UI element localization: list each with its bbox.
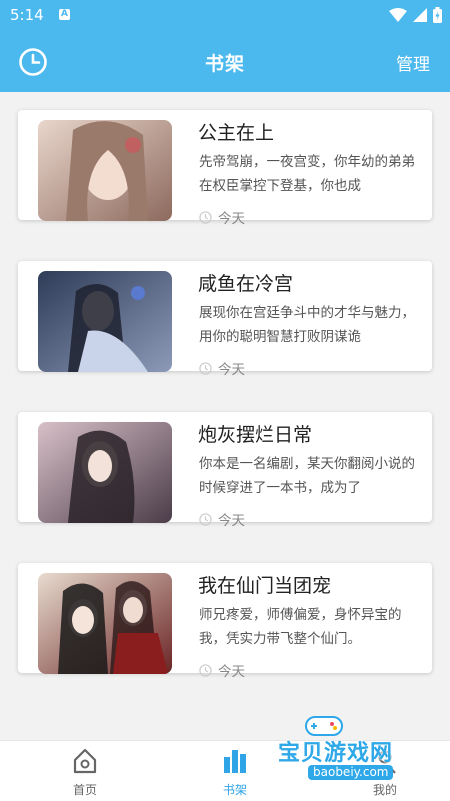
book-card[interactable]: 炮灰摆烂日常 你本是一名编剧，某天你翻阅小说的时候穿进了一本书，成为了 今天 (18, 412, 432, 529)
book-description: 展现你在宫廷争斗中的才华与魅力，用你的聪明智慧打败阴谋诡 (199, 305, 415, 345)
book-time: 今天 (199, 358, 245, 378)
book-cover[interactable] (38, 271, 172, 372)
book-title: 咸鱼在冷宫 (198, 273, 294, 295)
book-title: 炮灰摆烂日常 (198, 424, 313, 446)
app-header: 书架 管理 (0, 32, 450, 92)
watermark-title: 宝贝游戏网 (278, 741, 394, 766)
clock-small-icon (199, 512, 212, 526)
cover-illustration-1 (38, 120, 172, 221)
book-cover[interactable] (38, 573, 172, 674)
time-text: 今天 (218, 211, 245, 227)
nav-label-shelf: 书架 (222, 783, 247, 797)
cover-illustration-4 (38, 573, 172, 674)
signal-icon (413, 8, 427, 22)
notification-a-icon: A (59, 9, 70, 20)
manage-button[interactable]: 管理 (396, 50, 430, 75)
time-text: 今天 (218, 362, 245, 378)
book-card[interactable]: 咸鱼在冷宫 展现你在宫廷争斗中的才华与魅力，用你的聪明智慧打败阴谋诡 今天 (18, 261, 432, 378)
status-time: 5:14 (10, 6, 44, 24)
nav-label-home: 首页 (72, 783, 97, 797)
time-text: 今天 (218, 513, 245, 529)
wifi-icon (389, 8, 407, 22)
book-card[interactable]: 公主在上 先帝驾崩，一夜宫变，你年幼的弟弟在权臣掌控下登基，你也成 今天 (18, 110, 432, 227)
home-icon (73, 748, 97, 774)
book-time: 今天 (199, 207, 245, 227)
book-description: 师兄疼爱，师傅偏爱，身怀异宝的我，凭实力带飞整个仙门。 (199, 607, 402, 647)
watermark-url: baobeiy.com (308, 765, 394, 780)
status-bar: 5:14 A (0, 0, 450, 32)
book-cover[interactable] (38, 120, 172, 221)
clock-small-icon (199, 361, 212, 375)
book-cover[interactable] (38, 422, 172, 523)
page-title: 书架 (204, 53, 245, 75)
nav-item-shelf[interactable]: 书架 (205, 747, 265, 798)
clock-small-icon (199, 663, 212, 677)
book-description: 你本是一名编剧，某天你翻阅小说的时候穿进了一本书，成为了 (199, 456, 415, 496)
battery-icon (433, 7, 442, 23)
book-title: 公主在上 (198, 122, 275, 144)
book-card[interactable]: 我在仙门当团宠 师兄疼爱，师傅偏爱，身怀异宝的我，凭实力带飞整个仙门。 今天 (18, 563, 432, 680)
book-time: 今天 (199, 509, 245, 529)
nav-item-home[interactable]: 首页 (55, 747, 115, 798)
status-icons (389, 7, 442, 23)
clock-small-icon (199, 210, 212, 224)
time-text: 今天 (218, 664, 245, 680)
cover-illustration-2 (38, 271, 172, 372)
book-time: 今天 (199, 660, 245, 680)
cover-illustration-3 (38, 422, 172, 523)
book-description: 先帝驾崩，一夜宫变，你年幼的弟弟在权臣掌控下登基，你也成 (199, 154, 415, 194)
book-title: 我在仙门当团宠 (198, 575, 332, 597)
watermark: 宝贝游戏网 baobeiy.com (264, 715, 414, 795)
bookshelf-icon (224, 750, 246, 773)
